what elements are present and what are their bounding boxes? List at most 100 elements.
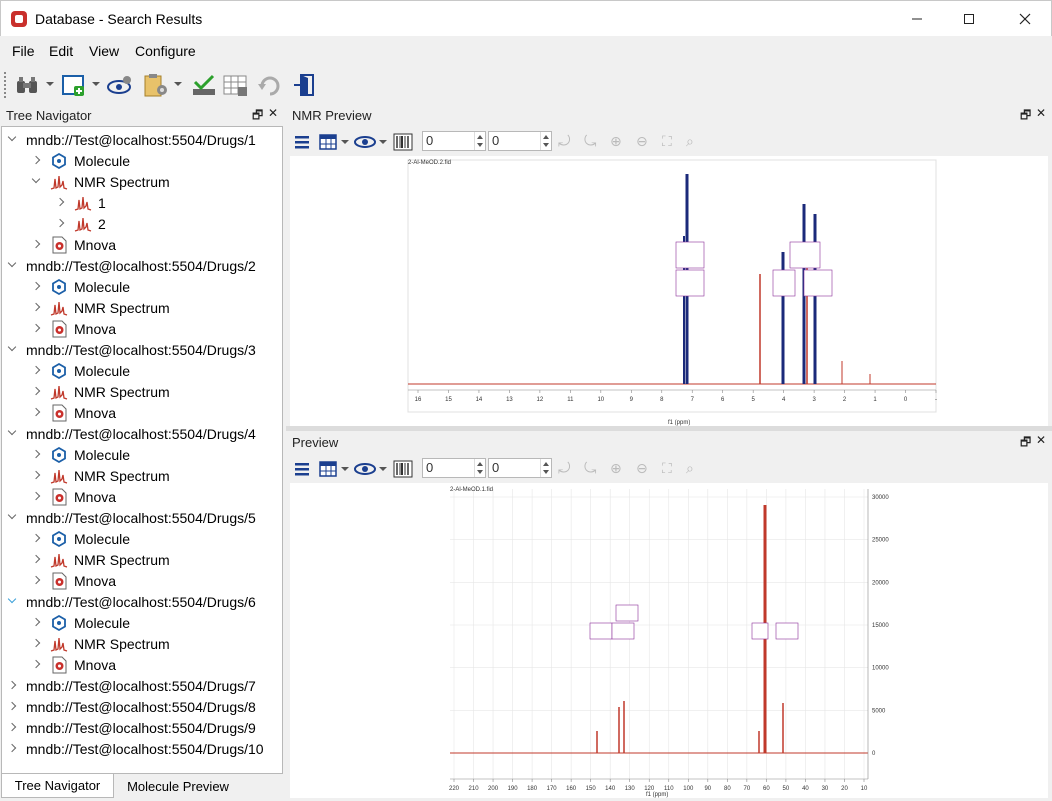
preview-zoom-fit-icon[interactable]: ⛶: [662, 460, 672, 477]
chevron-right-icon[interactable]: [8, 681, 18, 691]
tree-root-item[interactable]: mndb://Test@localhost:5504/Drugs/5: [8, 507, 256, 528]
tree-child-item[interactable]: 2: [56, 213, 106, 234]
chevron-right-icon[interactable]: [8, 723, 18, 733]
nmr-spin-box-1[interactable]: 0: [422, 131, 486, 151]
chevron-down-icon[interactable]: [32, 177, 42, 187]
search-binoculars-icon[interactable]: [14, 72, 42, 98]
chevron-right-icon[interactable]: [32, 240, 42, 250]
close-button[interactable]: [997, 1, 1052, 37]
tree-child-item[interactable]: NMR Spectrum: [32, 297, 170, 318]
float-panel-icon[interactable]: 🗗: [252, 106, 263, 127]
nmr-barcode-icon[interactable]: [393, 132, 413, 152]
chevron-right-icon[interactable]: [8, 744, 18, 754]
tree-child-item[interactable]: Molecule: [32, 360, 130, 381]
tree-child-item[interactable]: Mnova: [32, 654, 116, 675]
clipboard-dropdown-arrow[interactable]: [174, 82, 182, 86]
chevron-right-icon[interactable]: [32, 303, 42, 313]
preview-zoom-forward-icon[interactable]: ⤿: [584, 460, 597, 477]
tree-child-item[interactable]: Mnova: [32, 234, 116, 255]
tree-child-item[interactable]: NMR Spectrum: [32, 381, 170, 402]
chevron-right-icon[interactable]: [32, 366, 42, 376]
view-settings-icon[interactable]: [106, 72, 134, 98]
preview-eye-dropdown-arrow[interactable]: [379, 467, 387, 471]
check-record-icon[interactable]: [190, 72, 218, 98]
maximize-button[interactable]: [941, 1, 997, 37]
chevron-right-icon[interactable]: [32, 639, 42, 649]
tree-root-item[interactable]: mndb://Test@localhost:5504/Drugs/9: [8, 717, 256, 738]
chevron-right-icon[interactable]: [32, 324, 42, 334]
chevron-right-icon[interactable]: [32, 387, 42, 397]
tree-child-item[interactable]: Molecule: [32, 528, 130, 549]
nmr-menu-icon[interactable]: [294, 134, 310, 150]
chevron-down-icon[interactable]: [8, 345, 18, 355]
tree-root-item[interactable]: mndb://Test@localhost:5504/Drugs/4: [8, 423, 256, 444]
preview-annotation-box-2[interactable]: [611, 622, 635, 640]
menu-configure[interactable]: Configure: [135, 43, 196, 59]
tree-child-item[interactable]: Molecule: [32, 444, 130, 465]
tree-child-item[interactable]: Molecule: [32, 150, 130, 171]
nmr-table-icon[interactable]: [319, 133, 337, 151]
menu-edit[interactable]: Edit: [49, 43, 73, 59]
menu-file[interactable]: File: [12, 43, 35, 59]
refresh-icon[interactable]: [256, 72, 284, 98]
chevron-right-icon[interactable]: [56, 198, 66, 208]
nmr-zoom-in-icon[interactable]: ⊕: [610, 133, 622, 150]
nmr-annotation-box-5[interactable]: [803, 269, 833, 297]
close-panel-icon[interactable]: ✕: [268, 106, 278, 120]
tree-child-item[interactable]: 1: [56, 192, 106, 213]
search-dropdown-arrow[interactable]: [46, 82, 54, 86]
preview-plot-area[interactable]: 2-Al-MeOD.1.fid 220 210 200 190 180 170 160 150…: [290, 483, 1048, 798]
chevron-right-icon[interactable]: [32, 555, 42, 565]
tree-child-item[interactable]: NMR Spectrum: [32, 465, 170, 486]
nmr-eye-dropdown-arrow[interactable]: [379, 140, 387, 144]
chevron-right-icon[interactable]: [32, 576, 42, 586]
nmr-spin-box-2[interactable]: 0: [488, 131, 552, 151]
chevron-right-icon[interactable]: [32, 534, 42, 544]
preview-annotation-box-4[interactable]: [751, 622, 769, 640]
preview-close-panel-icon[interactable]: ✕: [1036, 433, 1046, 447]
new-record-dropdown-arrow[interactable]: [92, 82, 100, 86]
tree-root-item[interactable]: mndb://Test@localhost:5504/Drugs/2: [8, 255, 256, 276]
tree-root-item[interactable]: mndb://Test@localhost:5504/Drugs/1: [8, 129, 256, 150]
tree-root-item[interactable]: mndb://Test@localhost:5504/Drugs/7: [8, 675, 256, 696]
tree-child-item[interactable]: NMR Spectrum: [32, 549, 170, 570]
nmr-zoom-reset-icon[interactable]: ⌕: [686, 133, 694, 150]
nmr-annotation-box-3[interactable]: [772, 269, 796, 297]
chevron-right-icon[interactable]: [32, 618, 42, 628]
tree-child-item[interactable]: Mnova: [32, 570, 116, 591]
nmr-zoom-back-icon[interactable]: ⤾: [558, 133, 571, 150]
tree-child-item[interactable]: Mnova: [32, 486, 116, 507]
preview-eye-icon[interactable]: [354, 461, 376, 477]
chevron-down-icon[interactable]: [8, 597, 18, 607]
preview-spin-box-2[interactable]: 0: [488, 458, 552, 478]
table-export-icon[interactable]: [222, 72, 250, 98]
tab-tree-navigator[interactable]: Tree Navigator: [1, 774, 114, 798]
preview-spin-box-1[interactable]: 0: [422, 458, 486, 478]
chevron-right-icon[interactable]: [56, 219, 66, 229]
nmr-plot-area[interactable]: 2-Al-MeOD.2.fid 16 15 14 13 12 11 10 9 8 7 6 5 4 3 2 1 0…: [290, 156, 1048, 426]
tree-child-item[interactable]: NMR Spectrum: [32, 171, 170, 192]
nmr-table-dropdown-arrow[interactable]: [341, 140, 349, 144]
tree-child-item[interactable]: NMR Spectrum: [32, 633, 170, 654]
tree-child-item[interactable]: Mnova: [32, 402, 116, 423]
preview-barcode-icon[interactable]: [393, 459, 413, 479]
preview-zoom-reset-icon[interactable]: ⌕: [686, 460, 694, 477]
nmr-float-panel-icon[interactable]: 🗗: [1020, 106, 1031, 127]
nmr-eye-icon[interactable]: [354, 134, 376, 150]
exit-door-icon[interactable]: [292, 72, 320, 98]
chevron-down-icon[interactable]: [8, 261, 18, 271]
nmr-annotation-box-2[interactable]: [675, 269, 705, 297]
nmr-annotation-box-1[interactable]: [675, 241, 705, 269]
tree-root-item[interactable]: mndb://Test@localhost:5504/Drugs/8: [8, 696, 256, 717]
nmr-zoom-fit-icon[interactable]: ⛶: [662, 133, 672, 150]
minimize-button[interactable]: [889, 1, 945, 37]
tree-child-item[interactable]: Molecule: [32, 276, 130, 297]
preview-zoom-in-icon[interactable]: ⊕: [610, 460, 622, 477]
preview-annotation-box-3[interactable]: [615, 604, 639, 622]
toolbar-grip[interactable]: [4, 72, 6, 98]
tree-child-item[interactable]: Molecule: [32, 612, 130, 633]
chevron-right-icon[interactable]: [32, 450, 42, 460]
preview-zoom-out-icon[interactable]: ⊖: [636, 460, 648, 477]
chevron-right-icon[interactable]: [32, 492, 42, 502]
preview-menu-icon[interactable]: [294, 461, 310, 477]
